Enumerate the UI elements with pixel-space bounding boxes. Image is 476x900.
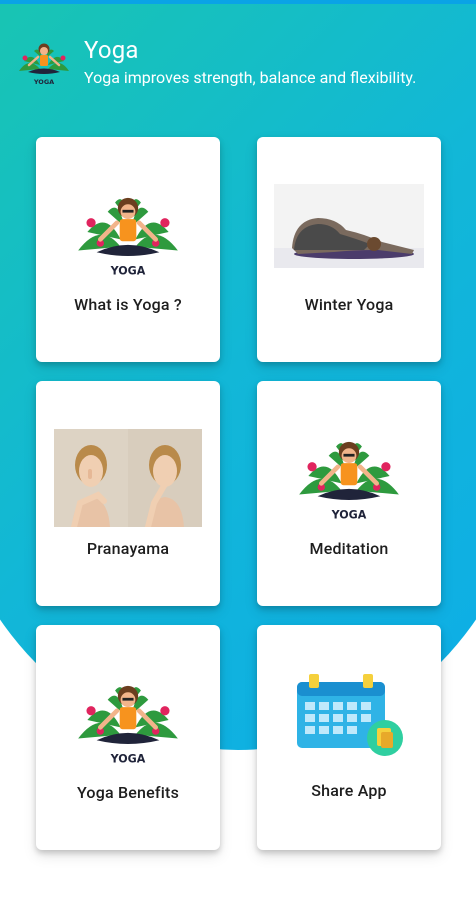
yoga-logo-icon: YOGA [36,665,220,775]
app-header: YOGA Yoga Yoga improves strength, balanc… [0,30,476,90]
yoga-logo-icon: YOGA [257,421,441,531]
card-winter-yoga[interactable]: Winter Yoga [257,137,441,362]
card-label: Winter Yoga [304,295,394,314]
svg-text:YOGA: YOGA [110,264,146,277]
calendar-icon [257,665,441,775]
card-meditation[interactable]: YOGA Meditation [257,381,441,606]
card-yoga-benefits[interactable]: YOGA Yoga Benefits [36,625,220,850]
svg-text:YOGA: YOGA [33,78,54,86]
svg-text:YOGA: YOGA [331,508,367,521]
page-subtitle: Yoga improves strength, balance and flex… [84,68,417,87]
card-label: Share App [311,781,387,800]
child-pose-photo [257,184,441,268]
breathing-exercise-photo [36,429,220,527]
page-title: Yoga [84,36,139,64]
app-logo-icon: YOGA [14,36,74,88]
card-pranayama[interactable]: Pranayama [36,381,220,606]
card-share-app[interactable]: Share App [257,625,441,850]
card-label: Pranayama [86,539,170,558]
card-label: Meditation [309,539,389,558]
card-label: Yoga Benefits [76,783,180,802]
card-label: What is Yoga ? [74,295,182,314]
svg-text:YOGA: YOGA [110,752,146,765]
yoga-logo-icon: YOGA [36,177,220,287]
card-what-is-yoga[interactable]: YOGA What is Yoga ? [36,137,220,362]
status-strip [0,0,476,4]
